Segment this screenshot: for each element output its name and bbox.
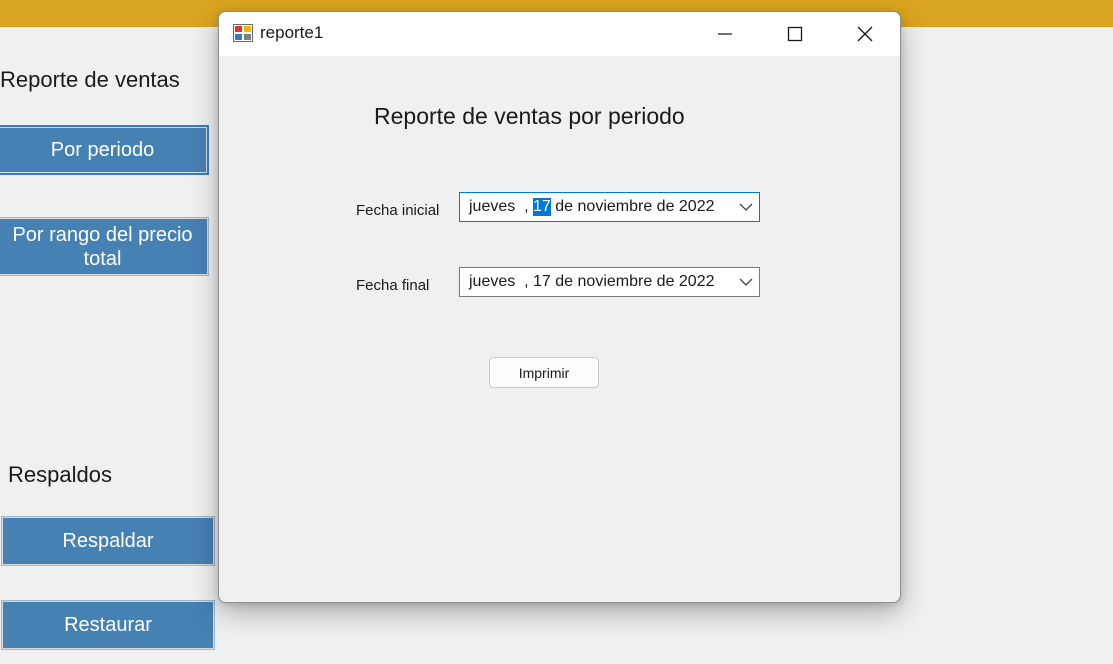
app-icon xyxy=(233,24,253,42)
window-title: reporte1 xyxy=(260,23,324,42)
fecha-inicial-separator: , xyxy=(515,198,534,215)
fecha-inicial-day[interactable]: 17 xyxy=(533,198,551,216)
close-icon xyxy=(857,26,873,42)
chevron-down-icon[interactable] xyxy=(739,276,753,288)
fecha-final-day: 17 xyxy=(533,273,551,290)
fecha-inicial-rest: de noviembre de 2022 xyxy=(550,198,715,215)
por-rango-label-line2: total xyxy=(83,247,122,270)
por-rango-label-line1: Por rango del precio xyxy=(12,223,193,246)
minimize-button[interactable] xyxy=(690,12,760,56)
por-periodo-label: Por periodo xyxy=(50,139,155,161)
maximize-icon xyxy=(787,26,803,42)
fecha-final-separator: , xyxy=(515,273,534,290)
fecha-inicial-label: Fecha inicial xyxy=(356,202,440,219)
fecha-final-datepicker[interactable]: jueves , 17 de noviembre de 2022 xyxy=(459,267,760,297)
reports-heading: Reporte de ventas xyxy=(0,67,180,92)
maximize-button[interactable] xyxy=(760,12,830,56)
por-periodo-button[interactable]: Por periodo xyxy=(0,125,209,175)
fecha-final-rest: de noviembre de 2022 xyxy=(550,273,715,290)
dialog-heading: Reporte de ventas por periodo xyxy=(374,103,685,129)
fecha-inicial-datepicker[interactable]: jueves , 17 de noviembre de 2022 xyxy=(459,192,760,222)
restaurar-label: Restaurar xyxy=(64,614,152,636)
respaldar-label: Respaldar xyxy=(62,530,154,552)
respaldar-button[interactable]: Respaldar xyxy=(1,516,215,566)
por-rango-precio-button[interactable]: Por rango del precio total xyxy=(0,217,209,276)
chevron-down-icon[interactable] xyxy=(739,201,753,213)
fecha-final-label: Fecha final xyxy=(356,277,430,294)
fecha-inicial-weekday: jueves xyxy=(469,198,516,215)
backups-heading: Respaldos xyxy=(8,462,112,487)
imprimir-button[interactable]: Imprimir xyxy=(489,357,599,388)
imprimir-label: Imprimir xyxy=(518,364,570,381)
title-bar[interactable]: reporte1 xyxy=(219,12,900,56)
restaurar-button[interactable]: Restaurar xyxy=(1,600,215,650)
fecha-final-weekday: jueves xyxy=(469,273,516,290)
minimize-icon xyxy=(718,33,732,35)
reporte-dialog: reporte1 Reporte de ventas por periodo F… xyxy=(218,11,901,603)
close-button[interactable] xyxy=(830,12,900,56)
